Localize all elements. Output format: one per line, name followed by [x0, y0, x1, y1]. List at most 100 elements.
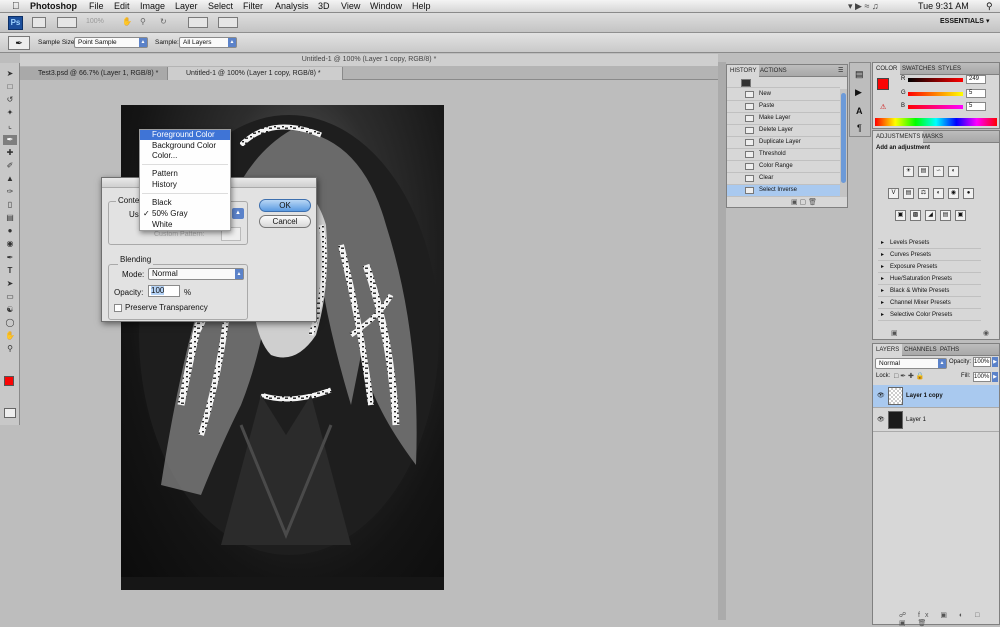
menu-item-color[interactable]: Color... [140, 151, 230, 161]
preset-item[interactable]: ▸ Exposure Presets [878, 261, 981, 273]
character-panel-icon[interactable]: A [856, 106, 863, 116]
crop-tool-icon[interactable]: ⌞ [3, 121, 17, 131]
tab-masks[interactable]: MASKS [919, 131, 946, 143]
move-tool-icon[interactable]: ➤ [3, 69, 17, 79]
tab-untitled-1[interactable]: Untitled-1 @ 100% (Layer 1 copy, RGB/8) … [168, 67, 343, 80]
panel-menu-icon[interactable]: ☰ [835, 65, 846, 77]
gradient-tool-icon[interactable]: ▤ [3, 213, 17, 223]
menu-select[interactable]: Select [208, 1, 233, 12]
history-item-selected[interactable]: Select Inverse [727, 185, 840, 197]
zoom-tool-icon[interactable]: ⚲ [3, 344, 17, 354]
quick-mask-icon[interactable] [4, 408, 16, 418]
fill-input[interactable]: 100% [973, 372, 991, 382]
fill-dropdown-icon[interactable]: ▶ [992, 372, 998, 382]
menu-item-black[interactable]: Black [140, 198, 230, 208]
channel-b-input[interactable]: 5 [966, 102, 986, 111]
paragraph-panel-icon[interactable]: ¶ [857, 123, 862, 133]
preset-item[interactable]: ▸ Hue/Saturation Presets [878, 273, 981, 285]
actions-panel-icon[interactable]: ▶ [855, 87, 862, 98]
photo-filter-icon[interactable]: ◉ [948, 188, 959, 199]
menu-filter[interactable]: Filter [243, 1, 263, 12]
path-selection-tool-icon[interactable]: ➤ [3, 279, 17, 289]
menu-3d[interactable]: 3D [318, 1, 330, 12]
black-white-icon[interactable]: ◐ [933, 188, 944, 199]
menu-analysis[interactable]: Analysis [275, 1, 309, 12]
lasso-tool-icon[interactable]: ↺ [3, 95, 17, 105]
preset-item[interactable]: ▸ Channel Mixer Presets [878, 297, 981, 309]
selective-color-icon[interactable]: ▣ [955, 210, 966, 221]
tab-channels[interactable]: CHANNELS [901, 344, 940, 356]
bridge-icon[interactable] [32, 17, 46, 28]
adjustment-footer-icon[interactable]: ▣ [891, 329, 898, 337]
visibility-eye-icon[interactable]: 👁 [877, 385, 885, 408]
history-panel-icon[interactable]: ▤ [855, 69, 864, 80]
hue-saturation-icon[interactable]: ▤ [903, 188, 914, 199]
sample-select[interactable]: All Layers ▲ [179, 37, 237, 48]
channel-g-slider[interactable] [908, 92, 963, 96]
apple-icon[interactable]:  [12, 1, 20, 12]
ok-button[interactable]: OK [259, 199, 311, 212]
layer-row[interactable]: 👁 Layer 1 [873, 409, 999, 432]
history-item[interactable]: Color Range [727, 161, 840, 173]
arrange-documents-icon[interactable] [188, 17, 208, 28]
history-snapshot[interactable] [727, 78, 840, 88]
tab-swatches[interactable]: SWATCHES [899, 63, 938, 75]
history-item[interactable]: Clear [727, 173, 840, 185]
channel-b-slider[interactable] [908, 105, 963, 109]
menu-file[interactable]: File [89, 1, 104, 12]
color-balance-icon[interactable]: ⚖ [918, 188, 929, 199]
levels-icon[interactable]: ▤ [918, 166, 929, 177]
sample-size-select[interactable]: Point Sample ▲ [74, 37, 148, 48]
channel-mixer-icon[interactable]: ● [963, 188, 974, 199]
tab-styles[interactable]: STYLES [935, 63, 964, 75]
adjustment-footer-icon[interactable]: ◉ [983, 329, 989, 337]
brush-tool-icon[interactable]: ✐ [3, 161, 17, 171]
opacity-input[interactable]: 100 [148, 285, 180, 297]
healing-brush-tool-icon[interactable]: ✚ [3, 148, 17, 158]
opacity-dropdown-icon[interactable]: ▶ [992, 357, 998, 367]
hand-icon[interactable]: ✋ [122, 17, 134, 28]
preserve-transparency-checkbox[interactable] [114, 304, 122, 312]
3d-orbit-tool-icon[interactable]: ◯ [3, 318, 17, 328]
layer-row-selected[interactable]: 👁 Layer 1 copy [873, 385, 999, 408]
history-item[interactable]: Paste [727, 101, 840, 113]
screen-mode-icon[interactable] [218, 17, 238, 28]
menu-view[interactable]: View [341, 1, 360, 12]
history-brush-tool-icon[interactable]: ✑ [3, 187, 17, 197]
3d-rotate-tool-icon[interactable]: ☯ [3, 305, 17, 315]
shape-tool-icon[interactable]: ▭ [3, 292, 17, 302]
menu-window[interactable]: Window [370, 1, 402, 12]
use-select-arrow-icon[interactable]: ▲ [232, 208, 244, 219]
eyedropper-tool-icon[interactable]: ✒ [3, 135, 17, 145]
marquee-tool-icon[interactable]: □ [3, 82, 17, 92]
tab-actions[interactable]: ACTIONS [757, 65, 790, 77]
eyedropper-preset-icon[interactable]: ✒ [8, 36, 30, 50]
menu-item-50-gray[interactable]: 50% Gray [140, 209, 230, 219]
zoom-icon[interactable]: ⚲ [140, 17, 152, 28]
menu-item-history[interactable]: History [140, 180, 230, 190]
menu-item-white[interactable]: White [140, 220, 230, 230]
preset-item[interactable]: ▸ Selective Color Presets [878, 309, 981, 321]
type-tool-icon[interactable]: T [3, 266, 17, 276]
vibrance-icon[interactable]: V [888, 188, 899, 199]
tab-adjustments[interactable]: ADJUSTMENTS [873, 131, 924, 143]
menu-app-name[interactable]: Photoshop [30, 1, 77, 12]
menu-help[interactable]: Help [412, 1, 431, 12]
exposure-icon[interactable]: ◐ [948, 166, 959, 177]
menu-clock[interactable]: Tue 9:31 AM [918, 1, 969, 12]
workspace-switcher[interactable]: ESSENTIALS [940, 18, 984, 25]
hand-tool-icon[interactable]: ✋ [3, 331, 17, 341]
opacity-input[interactable]: 100% [973, 357, 991, 367]
channel-r-slider[interactable] [908, 78, 963, 82]
status-icons[interactable]: ▾ ▶ ≈ ♫ [848, 1, 879, 12]
tab-color[interactable]: COLOR [873, 63, 901, 75]
spotlight-icon[interactable]: ⚲ [986, 1, 993, 12]
foreground-color-swatch[interactable] [4, 376, 14, 386]
mode-select[interactable]: Normal ▲ [148, 268, 244, 280]
tab-test3[interactable]: Test3.psd @ 66.7% (Layer 1, RGB/8) * [20, 67, 168, 80]
menu-image[interactable]: Image [140, 1, 165, 12]
quick-selection-tool-icon[interactable]: ✦ [3, 108, 17, 118]
posterize-icon[interactable]: ▩ [910, 210, 921, 221]
blur-tool-icon[interactable]: ● [3, 226, 17, 236]
invert-icon[interactable]: ▣ [895, 210, 906, 221]
